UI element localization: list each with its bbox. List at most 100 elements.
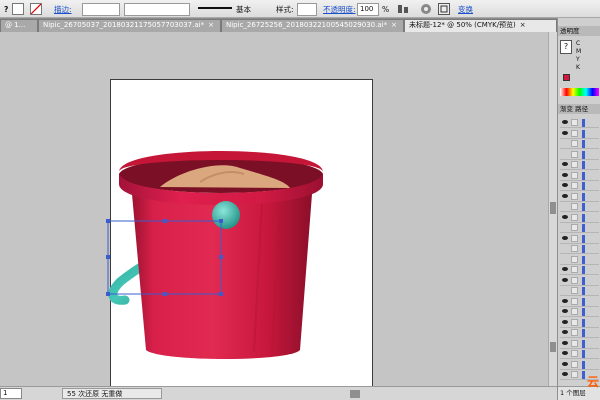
layer-row[interactable] bbox=[560, 307, 599, 317]
lock-icon[interactable] bbox=[571, 150, 578, 158]
align-icon[interactable] bbox=[397, 3, 409, 15]
transform-icon[interactable] bbox=[438, 3, 450, 15]
zoom-field[interactable]: 1 bbox=[0, 388, 22, 399]
layers-panel-title[interactable]: 渐变 路径 bbox=[558, 104, 600, 114]
vertical-scroll-thumb[interactable] bbox=[550, 202, 556, 214]
help-icon[interactable]: ? bbox=[4, 4, 8, 15]
eye-icon[interactable] bbox=[562, 162, 568, 166]
brush-stroke-line[interactable] bbox=[196, 2, 234, 16]
path-tab[interactable]: 路径 bbox=[575, 105, 588, 113]
layer-row[interactable] bbox=[560, 118, 599, 128]
eye-icon[interactable] bbox=[562, 183, 568, 187]
lock-icon[interactable] bbox=[571, 171, 578, 179]
layer-row[interactable] bbox=[560, 192, 599, 202]
lock-icon[interactable] bbox=[571, 213, 578, 221]
recolor-icon[interactable] bbox=[420, 3, 432, 15]
canvas-workarea[interactable] bbox=[0, 32, 548, 395]
layer-row[interactable] bbox=[560, 129, 599, 139]
opacity-label[interactable]: 不透明度: bbox=[323, 4, 356, 15]
gradient-tab[interactable]: 渐变 bbox=[560, 105, 573, 113]
layer-row[interactable] bbox=[560, 202, 599, 212]
eye-icon[interactable] bbox=[562, 277, 568, 282]
eye-icon[interactable] bbox=[562, 298, 568, 303]
lock-icon[interactable] bbox=[571, 255, 578, 263]
eye-icon[interactable] bbox=[562, 214, 568, 219]
opacity-input[interactable]: 100 bbox=[357, 3, 379, 16]
tab-doc-1[interactable]: @ 1... bbox=[0, 19, 38, 32]
lock-icon[interactable] bbox=[571, 161, 578, 168]
lock-icon[interactable] bbox=[571, 234, 578, 242]
stroke-swatch[interactable] bbox=[30, 3, 42, 15]
layer-row[interactable] bbox=[560, 139, 599, 149]
transparency-panel-title[interactable]: 透明度 bbox=[558, 26, 600, 36]
eye-icon[interactable] bbox=[562, 351, 568, 355]
layer-row[interactable] bbox=[560, 286, 599, 296]
status-field[interactable]: 55 次还原 无重做 bbox=[62, 388, 162, 399]
eye-icon[interactable] bbox=[562, 130, 568, 135]
lock-icon[interactable] bbox=[571, 245, 578, 252]
vertical-scrollbar[interactable] bbox=[548, 32, 557, 386]
layer-row[interactable] bbox=[560, 160, 599, 170]
color-swatch[interactable] bbox=[563, 74, 570, 81]
close-icon[interactable]: × bbox=[520, 21, 526, 29]
layer-row[interactable] bbox=[560, 339, 599, 349]
horizontal-scroll-thumb[interactable] bbox=[350, 390, 360, 398]
layer-row[interactable] bbox=[560, 328, 599, 338]
eye-icon[interactable] bbox=[562, 330, 568, 334]
lock-icon[interactable] bbox=[571, 339, 578, 347]
close-icon[interactable]: × bbox=[391, 21, 397, 29]
layer-row[interactable] bbox=[560, 349, 599, 359]
lock-icon[interactable] bbox=[571, 371, 578, 378]
eye-icon[interactable] bbox=[562, 172, 568, 177]
layer-row[interactable] bbox=[560, 276, 599, 286]
eye-icon[interactable] bbox=[562, 309, 568, 313]
lock-icon[interactable] bbox=[571, 308, 578, 315]
eye-icon[interactable] bbox=[562, 319, 568, 324]
eye-icon[interactable] bbox=[562, 120, 568, 124]
layer-row[interactable] bbox=[560, 297, 599, 307]
lock-icon[interactable] bbox=[571, 266, 578, 273]
layer-row[interactable] bbox=[560, 150, 599, 160]
graphic-style-dropdown[interactable] bbox=[297, 3, 317, 16]
eye-icon[interactable] bbox=[562, 267, 568, 271]
lock-icon[interactable] bbox=[571, 287, 578, 294]
layer-row[interactable] bbox=[560, 213, 599, 223]
color-spectrum[interactable] bbox=[560, 88, 599, 96]
lock-icon[interactable] bbox=[571, 203, 578, 210]
color-question-icon[interactable]: ? bbox=[560, 40, 572, 54]
layer-row[interactable] bbox=[560, 318, 599, 328]
lock-icon[interactable] bbox=[571, 297, 578, 305]
layer-row[interactable] bbox=[560, 223, 599, 233]
tab-doc-2[interactable]: Nipic_26705037_20180321175057703037.ai* × bbox=[38, 19, 221, 32]
lock-icon[interactable] bbox=[571, 182, 578, 189]
close-icon[interactable]: × bbox=[208, 21, 214, 29]
lock-icon[interactable] bbox=[571, 276, 578, 284]
variable-width-dropdown[interactable] bbox=[124, 3, 190, 16]
lock-icon[interactable] bbox=[571, 224, 578, 231]
lock-icon[interactable] bbox=[571, 329, 578, 336]
stroke-weight-dropdown[interactable] bbox=[82, 3, 120, 16]
scroll-arrow-icon[interactable] bbox=[550, 342, 556, 352]
eye-icon[interactable] bbox=[562, 361, 568, 366]
layer-row[interactable] bbox=[560, 234, 599, 244]
tab-doc-active[interactable]: 未标题-12* @ 50% (CMYK/预览) × bbox=[404, 19, 557, 32]
layer-row[interactable] bbox=[560, 244, 599, 254]
handle-knob[interactable] bbox=[212, 201, 240, 229]
lock-icon[interactable] bbox=[571, 192, 578, 200]
eye-icon[interactable] bbox=[562, 235, 568, 240]
stroke-label[interactable]: 描边: bbox=[54, 4, 72, 15]
layer-row[interactable] bbox=[560, 171, 599, 181]
layer-row[interactable] bbox=[560, 255, 599, 265]
layer-row[interactable] bbox=[560, 181, 599, 191]
layer-row[interactable] bbox=[560, 360, 599, 370]
lock-icon[interactable] bbox=[571, 119, 578, 126]
lock-icon[interactable] bbox=[571, 129, 578, 137]
eye-icon[interactable] bbox=[562, 372, 568, 376]
eye-icon[interactable] bbox=[562, 193, 568, 198]
lock-icon[interactable] bbox=[571, 360, 578, 368]
layer-row[interactable] bbox=[560, 265, 599, 275]
fill-swatch[interactable] bbox=[12, 3, 24, 15]
lock-icon[interactable] bbox=[571, 350, 578, 357]
transform-link[interactable]: 变换 bbox=[458, 4, 473, 15]
tab-doc-3[interactable]: Nipic_26725256_20180322100545029030.ai* × bbox=[221, 19, 404, 32]
